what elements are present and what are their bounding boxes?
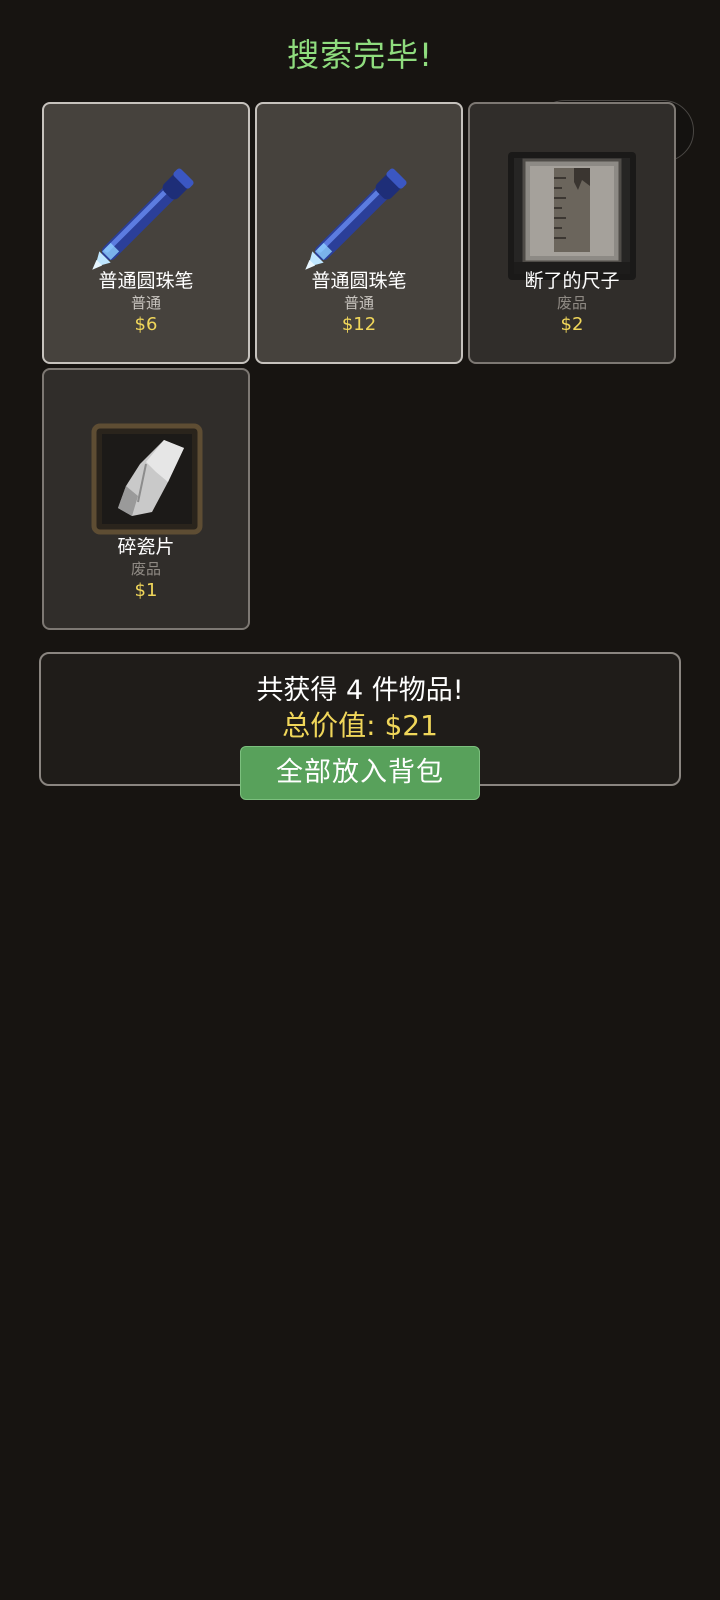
item-rarity: 普通 xyxy=(130,294,161,312)
item-card[interactable]: 断了的尺子 废品 $2 xyxy=(468,102,676,364)
item-rarity: 废品 xyxy=(130,560,161,578)
item-card[interactable]: 普通圆珠笔 普通 $12 xyxy=(255,102,463,364)
item-price: $2 xyxy=(560,314,584,335)
item-name: 断了的尺子 xyxy=(524,270,620,292)
ballpoint-pen-icon xyxy=(92,168,194,270)
item-card[interactable]: 普通圆珠笔 普通 $6 xyxy=(42,102,250,364)
item-card[interactable]: 碎瓷片 废品 $1 xyxy=(42,368,250,630)
search-result-screen: 搜索完毕! 普通圆珠笔 普通 $6 普通圆珠笔 普通 $12 断了的尺子 废品 … xyxy=(0,0,720,1600)
page-title: 搜索完毕! xyxy=(287,36,433,74)
total-value-text: 总价值: $21 xyxy=(282,709,438,742)
put-all-in-backpack-button[interactable]: 全部放入背包 xyxy=(240,746,480,800)
item-name: 普通圆珠笔 xyxy=(311,270,407,292)
item-name: 碎瓷片 xyxy=(117,536,175,558)
porcelain-shard-icon xyxy=(91,423,203,535)
item-name: 普通圆珠笔 xyxy=(98,270,194,292)
item-price: $12 xyxy=(341,314,377,335)
broken-ruler-icon xyxy=(508,152,636,280)
item-count-text: 共获得 4 件物品! xyxy=(256,675,464,706)
item-rarity: 废品 xyxy=(556,294,587,312)
item-rarity: 普通 xyxy=(343,294,374,312)
ballpoint-pen-icon xyxy=(305,168,407,270)
item-price: $1 xyxy=(134,580,158,601)
item-price: $6 xyxy=(134,314,158,335)
